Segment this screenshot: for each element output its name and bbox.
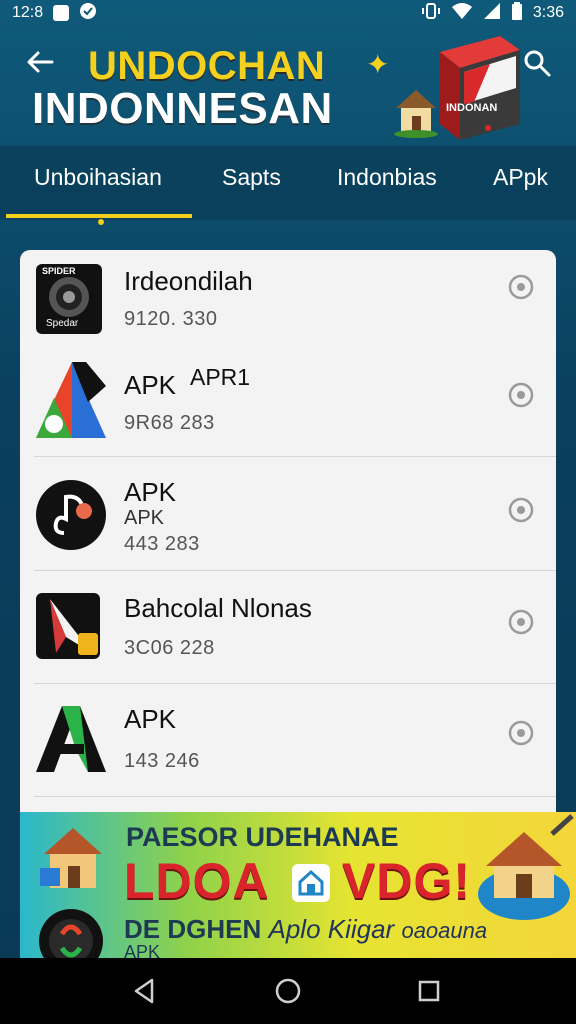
tab-indicator-dot [98,219,104,225]
banner-subline-c: oaoauna [401,918,488,943]
app-title: APK [124,477,177,507]
download-icon[interactable] [506,272,536,302]
vibrate-icon [421,2,441,25]
app-meta: 9R68 283 [124,412,215,434]
download-icon[interactable] [506,495,536,525]
app-meta: 143 246 [124,750,200,772]
app-title: Irdeondilah [124,266,253,296]
download-icon[interactable] [506,380,536,410]
signal-icon [483,2,501,25]
banner-subline-a: DE DGHEN [124,914,262,944]
app-title: Bahcolal Nlonas [124,593,312,623]
camera-lens-icon: SPIDER Spedar [36,264,106,334]
app-title: APK [124,370,177,400]
banner-title-left: LDOA [124,853,270,909]
wifi-icon [451,2,473,25]
recents-square-icon[interactable] [414,976,444,1006]
app-icon-bottom-text: Spedar [46,318,79,329]
app-icon-top-text: SPIDER [42,266,76,276]
back-button[interactable] [20,46,60,82]
folder-arrow-icon [36,593,106,663]
house-key-icon [478,814,574,920]
banner-subline: DE DGHEN Aplo Kiigar oaoauna [124,914,487,945]
app-logo-icon [39,909,103,958]
banner-headline: PAESOR UDEHANAE [126,822,399,852]
app-list: SPIDER Spedar Irdeondilah 9120. 330 APK … [20,250,556,830]
list-item[interactable]: Bahcolal Nlonas 3C06 228 [20,571,556,683]
page-title-line1: UNDOCHAN [88,44,326,88]
arrow-left-icon [27,51,54,73]
list-item[interactable]: APK APR1 9R68 283 [20,348,556,456]
home-circle-icon[interactable] [273,976,303,1006]
page-title-line2: INDONNESAN [32,84,333,133]
notification-square-icon [53,5,70,21]
house-icon [40,828,102,888]
download-icon[interactable] [506,607,536,637]
box-label: INDONAN [446,102,498,114]
list-item[interactable]: SPIDER Spedar Irdeondilah 9120. 330 [20,250,556,348]
status-bar: 12:8 3:36 [0,0,576,26]
letter-a-icon [36,700,106,772]
music-note-icon [36,477,106,550]
app-meta: 3C06 228 [124,637,215,659]
tab-appk[interactable]: APpk [493,164,548,198]
tab-unboihasian[interactable]: Unboihasian [34,164,162,198]
banner-home-badge-icon [292,864,330,902]
tab-sapts[interactable]: Sapts [222,164,281,198]
status-time: 12:8 [12,4,44,21]
back-triangle-icon[interactable] [130,976,160,1006]
sparkle-icon: ✦ [366,49,390,80]
banner-title-right: VDG! [342,853,471,909]
promo-banner[interactable]: PAESOR UDEHANAE LDOA VDG! DE DGHEN Aplo … [20,812,576,958]
battery-icon [511,1,523,25]
app-subtitle: APK [124,507,165,529]
status-clock: 3:36 [532,4,564,21]
download-icon[interactable] [506,718,536,748]
app-meta: 9120. 330 [124,308,218,330]
search-icon [524,50,551,77]
tab-indonbias[interactable]: Indonbias [337,164,437,198]
list-divider [34,796,556,797]
shield-icon [79,2,97,25]
list-item[interactable]: APK APK 443 283 [20,457,556,570]
banner-subline-b: Aplo Kiigar [268,914,395,944]
app-title-secondary: APR1 [190,364,251,390]
app-title: APK [124,704,177,734]
banner-footer: APK [124,942,161,958]
triangle-play-icon [36,362,106,438]
product-box-image: INDONAN [430,32,526,144]
tab-bar: Unboihasian Sapts Indonbias APpk [0,146,576,220]
app-header: UNDOCHAN INDONNESAN ✦ INDONAN [0,26,576,146]
list-item[interactable]: APK 143 246 [20,684,556,796]
app-meta: 443 283 [124,533,200,555]
active-tab-indicator [6,214,192,218]
search-button[interactable] [522,48,558,84]
system-nav-bar [0,958,576,1024]
